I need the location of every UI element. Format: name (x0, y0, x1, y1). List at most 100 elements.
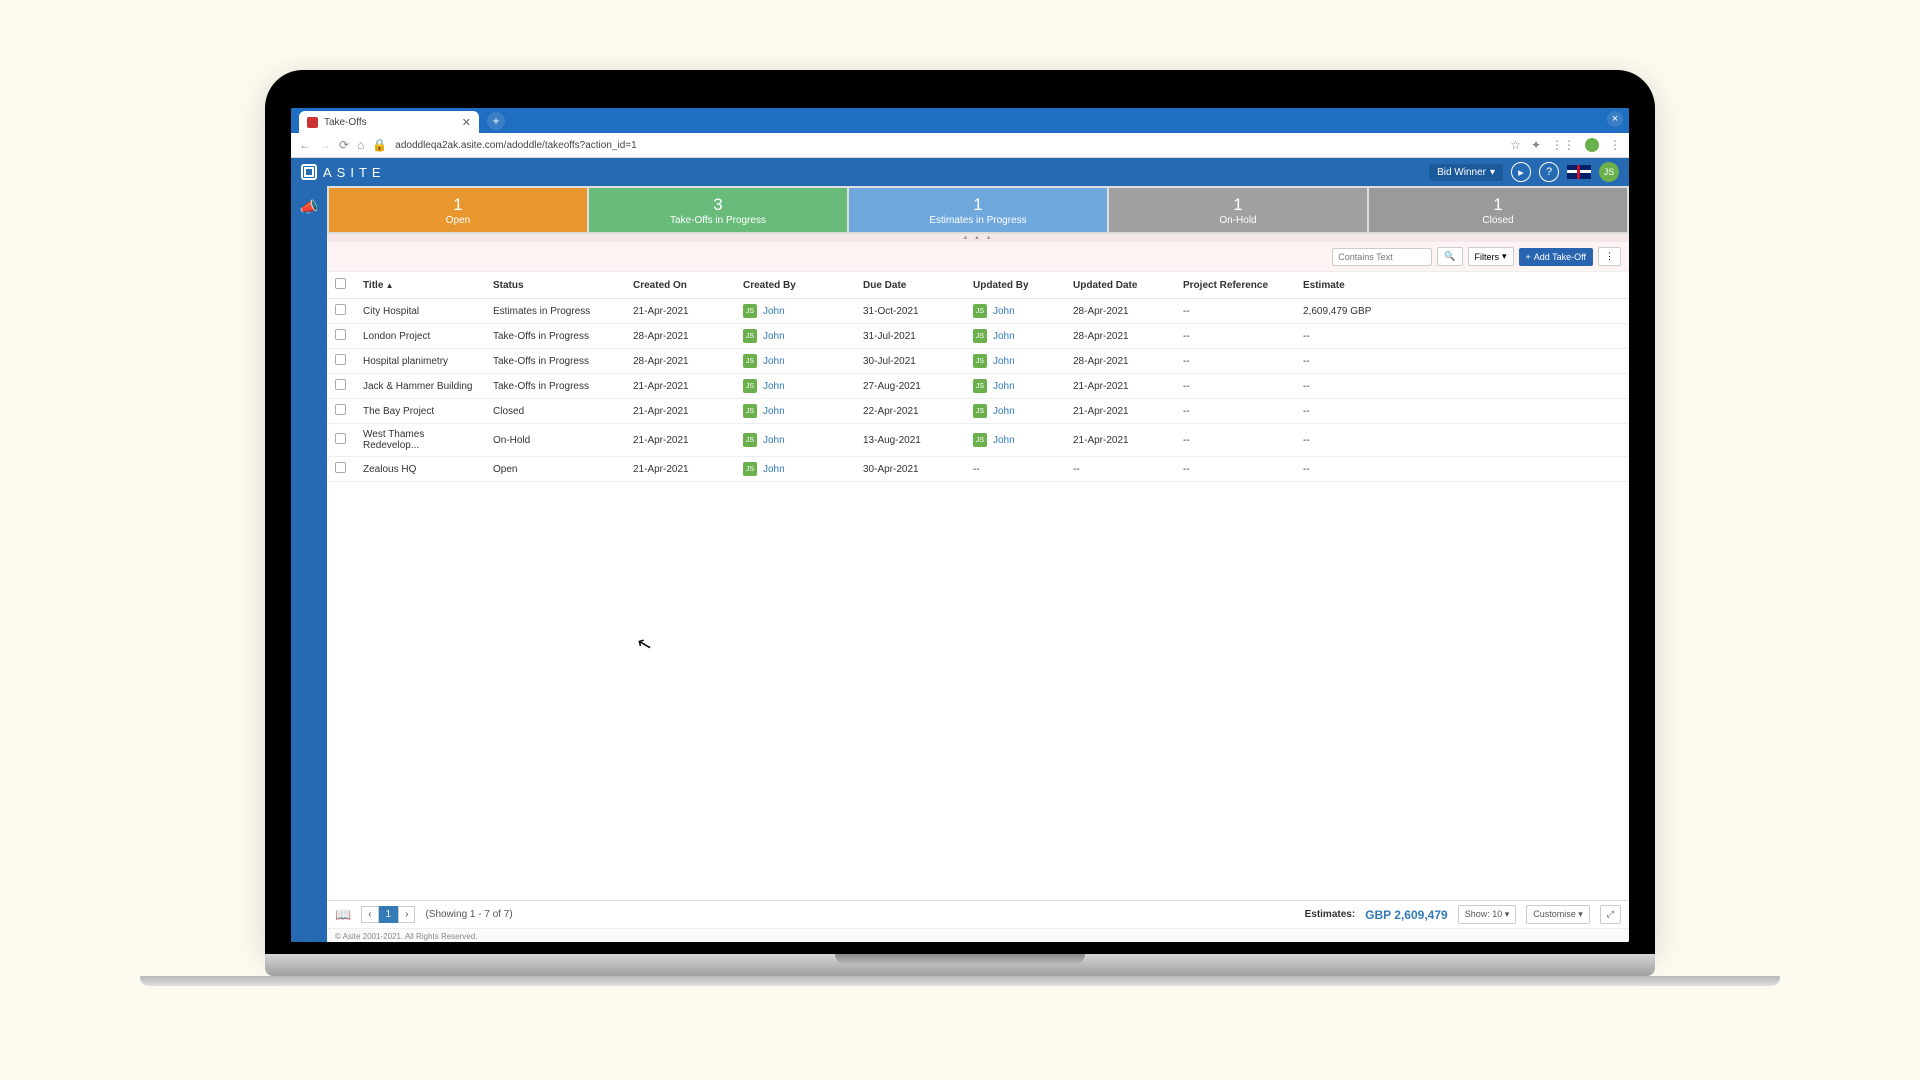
star-icon[interactable]: ☆ (1510, 138, 1521, 152)
cell-project-ref: -- (1175, 299, 1295, 324)
col-updated-by[interactable]: Updated By (965, 272, 1065, 299)
language-flag-icon[interactable] (1567, 165, 1591, 179)
window-control-icon[interactable]: × (1607, 111, 1623, 127)
tab-title: Take-Offs (324, 117, 367, 128)
extensions-menu-icon[interactable]: ⋮⋮ (1551, 138, 1575, 152)
nav-back-icon[interactable]: ← (299, 138, 311, 152)
pager-page[interactable]: 1 (379, 906, 399, 923)
table-row[interactable]: Hospital planimetryTake-Offs in Progress… (327, 349, 1629, 374)
more-button[interactable]: ⋮ (1598, 247, 1621, 266)
user-chip-icon: JS (743, 433, 757, 447)
user-link[interactable]: John (763, 381, 785, 392)
col-created-on[interactable]: Created On (625, 272, 735, 299)
col-project-ref[interactable]: Project Reference (1175, 272, 1295, 299)
user-link[interactable]: John (993, 435, 1015, 446)
table-toolbar: 🔍 Filters ▾ + Add Take-Off ⋮ (327, 242, 1629, 272)
browser-tab[interactable]: Take-Offs ✕ (299, 111, 479, 133)
user-link[interactable]: John (763, 306, 785, 317)
user-link[interactable]: John (993, 406, 1015, 417)
estimates-label: Estimates: (1305, 909, 1356, 920)
menu-icon[interactable]: ⋮ (1609, 138, 1621, 152)
cell-status: Take-Offs in Progress (485, 374, 625, 399)
extension-icon[interactable]: ✦ (1531, 138, 1541, 152)
add-takeoff-button[interactable]: + Add Take-Off (1519, 248, 1593, 266)
cell-title[interactable]: City Hospital (355, 299, 485, 324)
url-input[interactable] (395, 140, 1502, 151)
user-link[interactable]: John (763, 435, 785, 446)
cell-updated-by: JSJohn (965, 374, 1065, 399)
search-input[interactable] (1332, 248, 1432, 266)
col-due-date[interactable]: Due Date (855, 272, 965, 299)
row-checkbox[interactable] (335, 379, 346, 390)
table-row[interactable]: West Thames Redevelop...On-Hold21-Apr-20… (327, 424, 1629, 457)
brand-logo[interactable]: ASITE (301, 164, 386, 180)
row-checkbox[interactable] (335, 329, 346, 340)
select-all-checkbox[interactable] (335, 278, 346, 289)
status-card[interactable]: 1Closed (1369, 188, 1627, 232)
search-button[interactable]: 🔍 (1437, 247, 1462, 266)
cell-due-date: 13-Aug-2021 (855, 424, 965, 457)
row-checkbox[interactable] (335, 462, 346, 473)
user-avatar[interactable]: JS (1599, 162, 1619, 182)
status-card[interactable]: 1On-Hold (1109, 188, 1367, 232)
col-title[interactable]: Title (355, 272, 485, 299)
table-row[interactable]: Zealous HQOpen21-Apr-2021JSJohn30-Apr-20… (327, 457, 1629, 482)
home-icon[interactable]: ⌂ (357, 138, 364, 152)
user-link[interactable]: John (763, 356, 785, 367)
user-link[interactable]: John (993, 381, 1015, 392)
table-scroll[interactable]: Title Status Created On Created By Due D… (327, 272, 1629, 900)
help-icon[interactable]: ? (1539, 162, 1559, 182)
status-card[interactable]: 3Take-Offs in Progress (589, 188, 847, 232)
show-count-select[interactable]: Show: 10 ▾ (1458, 905, 1517, 924)
col-updated-date[interactable]: Updated Date (1065, 272, 1175, 299)
profile-icon[interactable] (1585, 138, 1599, 152)
cell-updated-by: JSJohn (965, 324, 1065, 349)
table-row[interactable]: City HospitalEstimates in Progress21-Apr… (327, 299, 1629, 324)
cell-title[interactable]: London Project (355, 324, 485, 349)
filters-button[interactable]: Filters ▾ (1468, 247, 1514, 266)
new-tab-button[interactable]: + (487, 112, 505, 130)
cell-estimate: -- (1295, 457, 1629, 482)
reload-icon[interactable]: ⟳ (339, 138, 349, 152)
video-icon[interactable]: ▸ (1511, 162, 1531, 182)
col-created-by[interactable]: Created By (735, 272, 855, 299)
role-selector[interactable]: Bid Winner ▾ (1429, 164, 1503, 181)
tab-close-icon[interactable]: ✕ (462, 116, 471, 129)
user-link[interactable]: John (763, 406, 785, 417)
table-row[interactable]: London ProjectTake-Offs in Progress28-Ap… (327, 324, 1629, 349)
col-status[interactable]: Status (485, 272, 625, 299)
cell-title[interactable]: The Bay Project (355, 399, 485, 424)
row-checkbox[interactable] (335, 304, 346, 315)
cell-title[interactable]: Hospital planimetry (355, 349, 485, 374)
user-chip-icon: JS (973, 304, 987, 318)
cell-title[interactable]: Jack & Hammer Building (355, 374, 485, 399)
filters-label: Filters (1475, 252, 1500, 262)
cell-estimate[interactable]: 2,609,479 GBP (1295, 299, 1629, 324)
cell-due-date: 30-Jul-2021 (855, 349, 965, 374)
user-link[interactable]: John (993, 356, 1015, 367)
cell-updated-by: JSJohn (965, 349, 1065, 374)
customise-button[interactable]: Customise ▾ (1526, 905, 1590, 924)
book-icon[interactable]: 📖 (335, 907, 351, 923)
row-checkbox[interactable] (335, 354, 346, 365)
col-estimate[interactable]: Estimate (1295, 272, 1629, 299)
cell-title[interactable]: West Thames Redevelop... (355, 424, 485, 457)
status-count: 1 (1233, 195, 1242, 215)
row-checkbox[interactable] (335, 404, 346, 415)
user-link[interactable]: John (763, 331, 785, 342)
pager-prev[interactable]: ‹ (361, 906, 378, 923)
status-card[interactable]: 1Estimates in Progress (849, 188, 1107, 232)
expand-icon[interactable]: ⤢ (1600, 905, 1621, 924)
table-row[interactable]: Jack & Hammer BuildingTake-Offs in Progr… (327, 374, 1629, 399)
user-link[interactable]: John (763, 464, 785, 475)
megaphone-icon[interactable]: 📣 (291, 192, 327, 222)
table-row[interactable]: The Bay ProjectClosed21-Apr-2021JSJohn22… (327, 399, 1629, 424)
pager-next[interactable]: › (398, 906, 415, 923)
row-checkbox[interactable] (335, 433, 346, 444)
nav-forward-icon[interactable]: → (319, 138, 331, 152)
cell-title[interactable]: Zealous HQ (355, 457, 485, 482)
user-link[interactable]: John (993, 331, 1015, 342)
status-card[interactable]: 1Open (329, 188, 587, 232)
collapse-handle[interactable]: ▲ ▲ ▲ (327, 234, 1629, 242)
user-link[interactable]: John (993, 306, 1015, 317)
